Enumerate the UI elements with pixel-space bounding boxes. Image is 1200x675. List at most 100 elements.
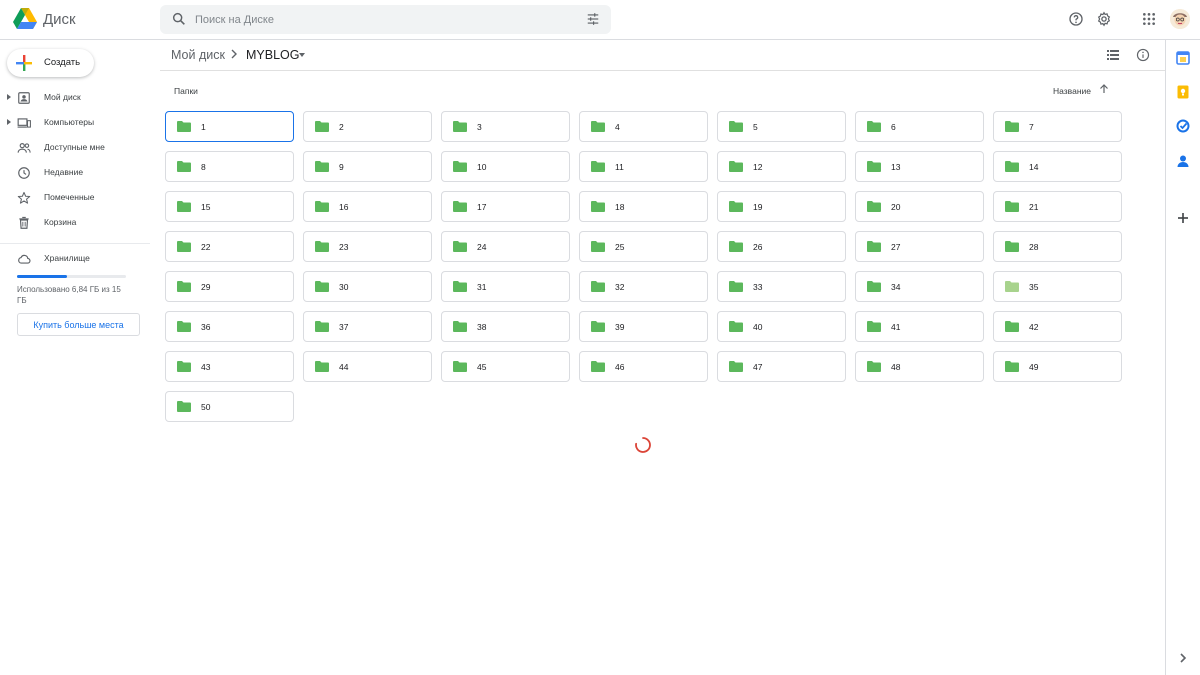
folder-card[interactable]: 50 — [165, 391, 294, 422]
search-input[interactable] — [195, 5, 575, 34]
folder-card[interactable]: 32 — [579, 271, 708, 302]
folder-card[interactable]: 21 — [993, 191, 1122, 222]
folder-card[interactable]: 48 — [855, 351, 984, 382]
folder-card[interactable]: 13 — [855, 151, 984, 182]
folder-card[interactable]: 44 — [303, 351, 432, 382]
folder-card[interactable]: 20 — [855, 191, 984, 222]
folder-card[interactable]: 43 — [165, 351, 294, 382]
my-drive-icon — [18, 92, 30, 104]
folder-icon — [177, 361, 191, 372]
contacts-icon[interactable] — [1176, 154, 1190, 168]
folder-card[interactable]: 33 — [717, 271, 846, 302]
drive-logo-icon[interactable] — [13, 8, 37, 30]
chevron-right-icon[interactable] — [1176, 651, 1190, 665]
folder-card[interactable]: 16 — [303, 191, 432, 222]
tasks-icon[interactable] — [1176, 119, 1190, 133]
search-options-icon[interactable] — [586, 12, 600, 26]
sidebar-item-shared[interactable]: Доступные мне — [0, 137, 160, 159]
sidebar-item-storage[interactable]: Хранилище — [0, 248, 160, 270]
folder-card[interactable]: 8 — [165, 151, 294, 182]
folder-name: 19 — [753, 202, 763, 212]
folder-card[interactable]: 26 — [717, 231, 846, 262]
sidebar-item-starred[interactable]: Помеченные — [0, 187, 160, 209]
folder-card[interactable]: 18 — [579, 191, 708, 222]
search-box[interactable] — [160, 5, 611, 34]
folder-card[interactable]: 22 — [165, 231, 294, 262]
folder-name: 2 — [339, 122, 344, 132]
folder-card[interactable]: 10 — [441, 151, 570, 182]
app-title[interactable]: Диск — [43, 11, 76, 28]
folder-card[interactable]: 27 — [855, 231, 984, 262]
folder-card[interactable]: 42 — [993, 311, 1122, 342]
folder-card[interactable]: 2 — [303, 111, 432, 142]
sidebar-item-computers[interactable]: Компьютеры — [0, 112, 160, 134]
folder-name: 20 — [891, 202, 901, 212]
folder-card[interactable]: 6 — [855, 111, 984, 142]
folder-card[interactable]: 31 — [441, 271, 570, 302]
folder-card[interactable]: 7 — [993, 111, 1122, 142]
folder-icon — [177, 401, 191, 412]
settings-gear-icon[interactable] — [1096, 11, 1112, 27]
folder-card[interactable]: 46 — [579, 351, 708, 382]
account-avatar[interactable] — [1170, 9, 1190, 29]
folder-card[interactable]: 19 — [717, 191, 846, 222]
apps-grid-icon[interactable] — [1141, 11, 1157, 27]
folder-card[interactable]: 4 — [579, 111, 708, 142]
folder-name: 9 — [339, 162, 344, 172]
folder-card[interactable]: 24 — [441, 231, 570, 262]
folder-card[interactable]: 29 — [165, 271, 294, 302]
breadcrumb-current[interactable]: MYBLOG — [246, 48, 300, 62]
folder-card[interactable]: 30 — [303, 271, 432, 302]
folder-card[interactable]: 11 — [579, 151, 708, 182]
create-button[interactable]: Создать — [7, 49, 94, 77]
folder-card[interactable]: 36 — [165, 311, 294, 342]
info-icon[interactable] — [1136, 48, 1150, 62]
folder-card[interactable]: 38 — [441, 311, 570, 342]
folder-card[interactable]: 45 — [441, 351, 570, 382]
search-icon[interactable] — [171, 11, 187, 27]
folder-card[interactable]: 9 — [303, 151, 432, 182]
folders-section-label: Папки — [174, 86, 198, 96]
folder-card[interactable]: 47 — [717, 351, 846, 382]
sidebar-divider — [0, 243, 150, 244]
folder-card[interactable]: 25 — [579, 231, 708, 262]
chevron-down-icon[interactable] — [299, 53, 305, 57]
arrow-up-icon[interactable] — [1099, 84, 1109, 94]
expand-arrow-icon[interactable] — [7, 94, 11, 100]
breadcrumb-root[interactable]: Мой диск — [171, 48, 225, 62]
folder-card[interactable]: 39 — [579, 311, 708, 342]
folder-icon — [453, 201, 467, 212]
folder-card[interactable]: 41 — [855, 311, 984, 342]
expand-arrow-icon[interactable] — [7, 119, 11, 125]
help-icon[interactable] — [1068, 11, 1084, 27]
keep-notes-icon[interactable] — [1176, 85, 1190, 99]
folder-card[interactable]: 17 — [441, 191, 570, 222]
folder-card[interactable]: 5 — [717, 111, 846, 142]
folder-card[interactable]: 3 — [441, 111, 570, 142]
folder-icon — [453, 321, 467, 332]
folder-card[interactable]: 49 — [993, 351, 1122, 382]
folder-icon — [1005, 121, 1019, 132]
calendar-icon[interactable] — [1176, 51, 1190, 65]
folder-card[interactable]: 15 — [165, 191, 294, 222]
folder-name: 34 — [891, 282, 901, 292]
list-view-icon[interactable] — [1107, 50, 1119, 60]
add-addon-plus-icon[interactable] — [1176, 211, 1190, 225]
sort-by-name-button[interactable]: Название — [1053, 86, 1091, 96]
folder-card[interactable]: 12 — [717, 151, 846, 182]
buy-storage-button[interactable]: Купить больше места — [17, 313, 140, 336]
folder-card[interactable]: 14 — [993, 151, 1122, 182]
folder-card[interactable]: 37 — [303, 311, 432, 342]
folder-icon — [591, 241, 605, 252]
folder-card[interactable]: 23 — [303, 231, 432, 262]
avatar-face-icon — [1170, 9, 1190, 29]
folder-card[interactable]: 35 — [993, 271, 1122, 302]
folder-card[interactable]: 40 — [717, 311, 846, 342]
sidebar-item-recent[interactable]: Недавние — [0, 162, 160, 184]
sidebar-item-trash[interactable]: Корзина — [0, 212, 160, 234]
folder-card[interactable]: 34 — [855, 271, 984, 302]
folder-card[interactable]: 28 — [993, 231, 1122, 262]
folder-card[interactable]: 1 — [165, 111, 294, 142]
sidebar-item-my-drive[interactable]: Мой диск — [0, 87, 160, 109]
folder-icon — [1005, 161, 1019, 172]
